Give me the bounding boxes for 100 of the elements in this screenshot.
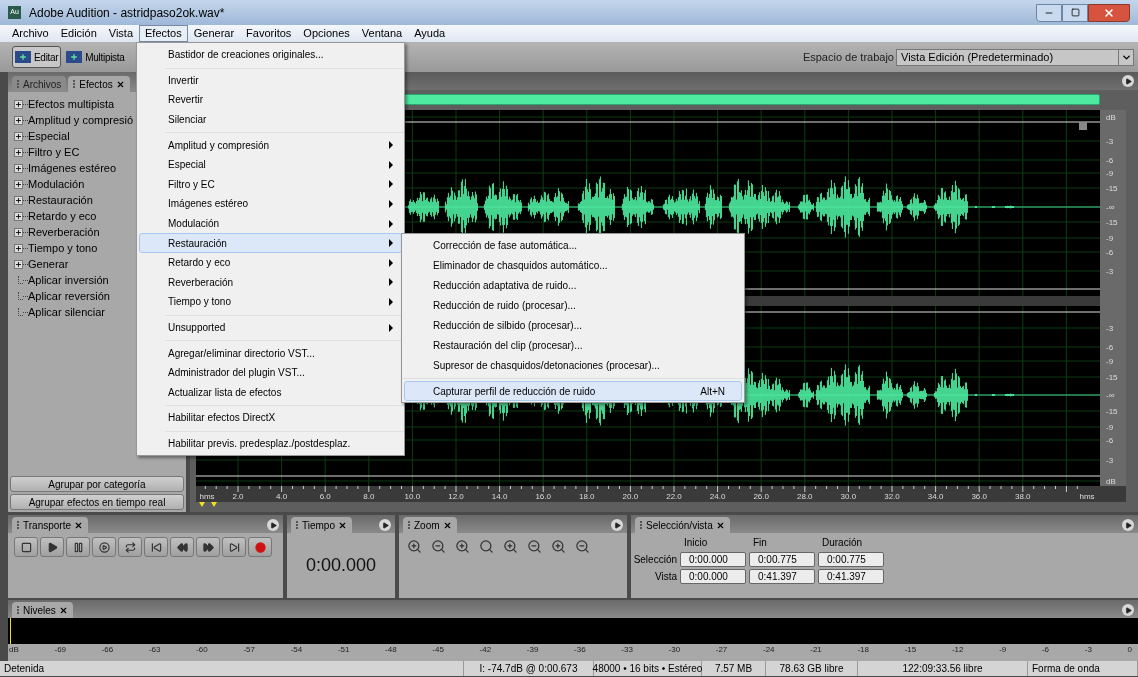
menu-entry[interactable]: Filtro y EC (139, 174, 402, 195)
skip-forward-button[interactable] (222, 537, 246, 557)
time-field[interactable]: 0:41.397 (749, 569, 815, 584)
tree-item[interactable]: Efectos multipista (28, 95, 115, 113)
maximize-button[interactable] (1062, 3, 1088, 22)
menu-item[interactable]: Opciones (297, 25, 356, 42)
menu-entry[interactable]: Invertir (139, 70, 402, 91)
menu-entry[interactable]: Silenciar (139, 109, 402, 130)
zoom-out-button[interactable] (527, 539, 542, 554)
tree-item[interactable]: Tiempo y tono (28, 239, 98, 257)
menu-entry[interactable]: Bastidor de creaciones originales... (139, 45, 402, 65)
loop-button[interactable] (118, 537, 142, 557)
panel-tab[interactable]: Selección/vista (635, 517, 730, 533)
menu-item[interactable]: Vista (102, 25, 140, 42)
menu-entry[interactable]: Revertir (139, 90, 402, 110)
menu-entry[interactable]: Reducción adaptativa de ruido... (404, 275, 742, 295)
close-icon[interactable] (715, 520, 725, 530)
panel-menu-icon[interactable] (1122, 604, 1134, 616)
skip-back-button[interactable] (144, 537, 168, 557)
menu-item[interactable]: Edición (54, 25, 103, 42)
panel-tab[interactable]: Efectos (68, 76, 130, 92)
grip-icon[interactable] (408, 521, 411, 529)
time-field[interactable]: 0:41.397 (818, 569, 884, 584)
expand-icon[interactable] (14, 99, 23, 109)
panel-menu-icon[interactable] (267, 519, 279, 531)
magnifier-button[interactable] (479, 539, 494, 554)
menu-entry[interactable]: Imágenes estéreo (139, 194, 402, 214)
expand-icon[interactable] (14, 115, 23, 125)
marker-icon[interactable] (211, 502, 217, 507)
panel-tab[interactable]: Transporte (12, 517, 88, 533)
menu-item[interactable]: Efectos (139, 25, 188, 42)
tree-item[interactable]: Retardo y eco (28, 207, 97, 225)
group-button[interactable]: Agrupar por categoría (10, 476, 184, 492)
panel-menu-icon[interactable] (379, 519, 391, 531)
panel-tab[interactable]: Niveles (12, 602, 73, 618)
menu-item[interactable]: Generar (187, 25, 241, 42)
close-icon[interactable] (115, 79, 125, 89)
panel-tab[interactable]: Zoom (403, 517, 457, 533)
menu-entry[interactable]: Modulación (139, 213, 402, 234)
expand-icon[interactable] (14, 179, 23, 189)
menu-entry[interactable]: Reducción de ruido (procesar)... (404, 295, 742, 315)
menu-item[interactable]: Archivo (6, 25, 55, 42)
mode-button[interactable]: Multipista (63, 46, 128, 68)
tree-item[interactable]: Aplicar reversión (28, 287, 110, 305)
grip-icon[interactable] (17, 80, 20, 88)
menu-entry[interactable]: Restauración (139, 233, 402, 253)
tree-item[interactable]: Filtro y EC (28, 143, 80, 161)
stop-button[interactable] (14, 537, 38, 557)
fast-forward-button[interactable] (196, 537, 220, 557)
tree-item[interactable]: Aplicar inversión (28, 271, 109, 289)
zoom-in-button[interactable] (551, 539, 566, 554)
tree-item[interactable]: Generar (28, 255, 69, 273)
menu-entry[interactable]: Reducción de silbido (procesar)... (404, 315, 742, 335)
rewind-button[interactable] (170, 537, 194, 557)
menu-entry[interactable]: Reverberación (139, 272, 402, 293)
menu-entry[interactable]: Eliminador de chasquidos automático... (404, 255, 742, 275)
menu-item[interactable]: Favoritos (240, 25, 298, 42)
menu-entry[interactable]: Capturar perfil de reducción de ruido Alt+N (404, 381, 742, 401)
close-icon[interactable] (74, 520, 83, 530)
tree-item[interactable]: Aplicar silenciar (28, 303, 106, 321)
expand-icon[interactable] (14, 259, 23, 269)
grip-icon[interactable] (17, 606, 20, 614)
menu-entry[interactable]: Agregar/eliminar directorio VST... (139, 343, 402, 363)
expand-icon[interactable] (14, 163, 23, 173)
grip-icon[interactable] (296, 521, 299, 529)
menu-entry[interactable]: Especial (139, 154, 402, 175)
close-icon[interactable] (338, 520, 347, 530)
grip-icon[interactable] (17, 521, 20, 529)
menu-item[interactable]: Ventana (355, 25, 409, 42)
menu-entry[interactable]: Administrador del plugin VST... (139, 362, 402, 383)
time-field[interactable]: 0:00.775 (749, 552, 815, 567)
tree-item[interactable]: Reverberación (28, 223, 100, 241)
tree-item[interactable]: Imágenes estéreo (28, 159, 117, 177)
play-circle-button[interactable] (92, 537, 116, 557)
menu-entry[interactable]: Retardo y eco (139, 252, 402, 273)
grip-icon[interactable] (640, 521, 643, 529)
expand-icon[interactable] (14, 147, 23, 157)
close-icon[interactable] (58, 605, 68, 615)
minimize-button[interactable] (1036, 3, 1062, 22)
menu-entry[interactable]: Habilitar previs. predesplaz./postdesplaz. (139, 433, 402, 454)
marker-icon[interactable] (199, 502, 205, 507)
tree-item[interactable]: Amplitud y compresió (28, 111, 134, 129)
play-button[interactable] (40, 537, 64, 557)
zoom-in-button[interactable] (407, 539, 422, 554)
tree-item[interactable]: Restauración (28, 191, 93, 209)
workspace-dropdown[interactable]: Vista Edición (Predeterminado) (896, 48, 1134, 66)
tree-item[interactable]: Modulación (28, 175, 85, 193)
close-button[interactable] (1088, 3, 1130, 22)
group-button[interactable]: Agrupar efectos en tiempo real (10, 494, 184, 510)
menu-entry[interactable]: Habilitar efectos DirectX (139, 408, 402, 428)
time-field[interactable]: 0:00.775 (818, 552, 884, 567)
menu-entry[interactable]: Tiempo y tono (139, 292, 402, 312)
record-button[interactable] (248, 537, 272, 557)
panel-menu-icon[interactable] (1122, 75, 1134, 87)
zoom-out-button[interactable] (575, 539, 590, 554)
zoom-in-button[interactable] (455, 539, 470, 554)
pause-button[interactable] (66, 537, 90, 557)
expand-icon[interactable] (14, 227, 23, 237)
menu-entry[interactable]: Actualizar lista de efectos (139, 382, 402, 403)
close-icon[interactable] (442, 520, 452, 530)
